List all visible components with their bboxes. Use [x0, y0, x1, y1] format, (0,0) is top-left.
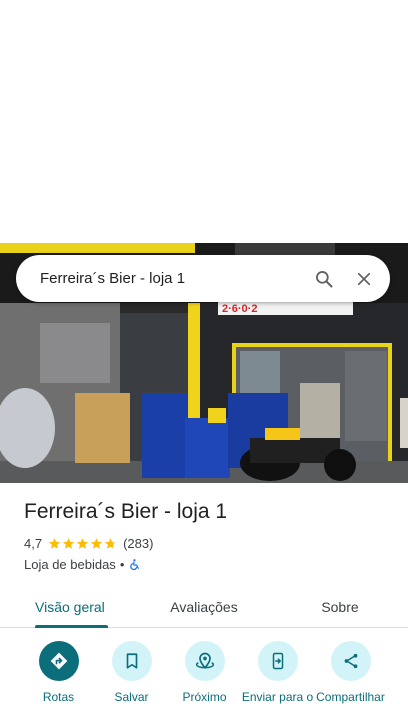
- tab-reviews[interactable]: Avaliações: [136, 586, 272, 627]
- action-label: Compartilhar: [316, 690, 385, 704]
- star-icon: [62, 538, 75, 549]
- action-label: Rotas: [42, 690, 75, 704]
- star-half-icon: [104, 538, 117, 549]
- wheelchair-icon: [130, 559, 140, 571]
- tab-about[interactable]: Sobre: [272, 586, 408, 627]
- action-label: Salvar: [114, 690, 149, 704]
- save-button[interactable]: Salvar: [95, 641, 168, 726]
- save-circle: [111, 641, 152, 681]
- star-icon: [48, 538, 61, 549]
- directions-button[interactable]: Rotas: [22, 641, 95, 726]
- share-button[interactable]: Compartilhar: [314, 641, 387, 726]
- nearby-circle: [184, 641, 225, 681]
- action-bar: Rotas Salvar Próximo Enviar para o Compa…: [0, 641, 408, 726]
- send-to-phone-icon: [272, 652, 283, 670]
- place-tabs: Visão geral Avaliações Sobre: [0, 586, 408, 628]
- star-icon: [90, 538, 103, 549]
- search-icon: [316, 270, 333, 287]
- send-circle: [257, 641, 298, 681]
- separator: •: [119, 557, 125, 572]
- nearby-icon: [195, 652, 214, 669]
- search-query[interactable]: Ferreira´s Bier - loja 1: [16, 270, 304, 287]
- category-label: Loja de bebidas: [24, 557, 116, 572]
- action-label: Enviar para o: [241, 690, 314, 704]
- close-icon: [357, 272, 371, 285]
- share-circle: [330, 641, 371, 681]
- directions-circle: [38, 641, 79, 681]
- send-to-phone-button[interactable]: Enviar para o: [241, 641, 314, 726]
- category-row: Loja de bebidas •: [24, 557, 141, 572]
- tab-label: Avaliações: [170, 598, 238, 615]
- search-bar[interactable]: Ferreira´s Bier - loja 1: [16, 255, 390, 302]
- search-button[interactable]: [304, 259, 344, 299]
- storefront-sign-text: 2·6·0·2: [222, 303, 257, 315]
- tab-label: Sobre: [321, 598, 359, 615]
- star-icon: [76, 538, 89, 549]
- rating-row[interactable]: 4,7 (283): [24, 536, 153, 551]
- directions-icon: [50, 652, 67, 670]
- clear-search-button[interactable]: [344, 259, 384, 299]
- share-icon: [344, 653, 357, 669]
- bookmark-icon: [126, 653, 137, 669]
- rating-value: 4,7: [24, 536, 43, 551]
- rating-stars: [48, 537, 117, 550]
- nearby-button[interactable]: Próximo: [168, 641, 241, 726]
- review-count: (283): [123, 536, 154, 551]
- action-label: Próximo: [182, 690, 227, 704]
- place-title: Ferreira´s Bier - loja 1: [24, 500, 228, 523]
- tab-label: Visão geral: [35, 598, 105, 615]
- tab-overview[interactable]: Visão geral: [0, 586, 136, 628]
